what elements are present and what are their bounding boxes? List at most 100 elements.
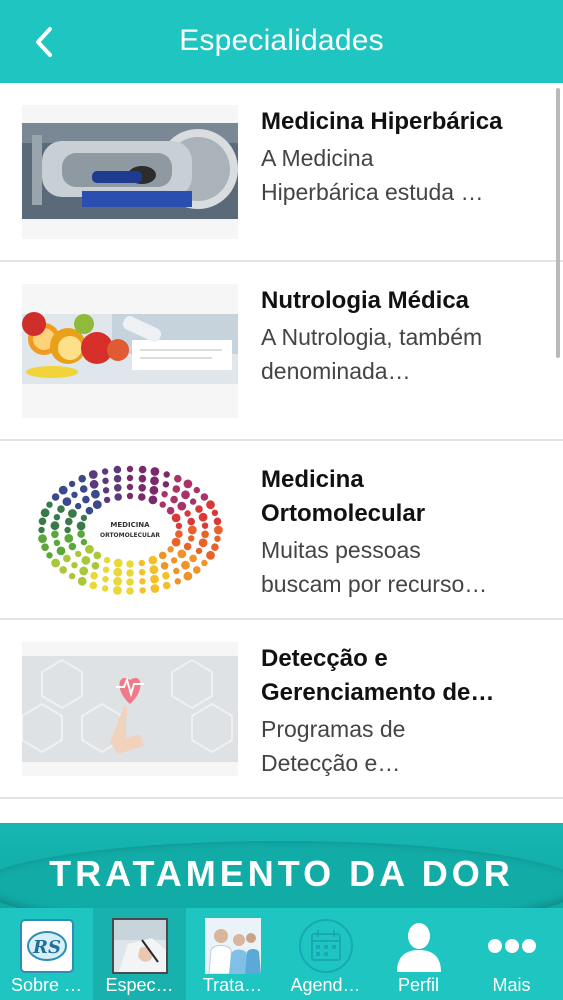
food-dot [211, 543, 219, 551]
food-dot [181, 490, 190, 500]
list-item[interactable]: Medicina Hiperbárica A Medicina Hiperbár… [0, 83, 563, 262]
doctor-writing-icon [111, 918, 169, 974]
food-dot [40, 508, 50, 518]
food-dot [46, 501, 53, 508]
item-description-line-1: A Nutrologia, também [261, 324, 483, 350]
scrollbar[interactable] [556, 88, 560, 358]
tab-tratamentos[interactable]: Trata… [186, 908, 279, 1000]
food-dot [78, 474, 86, 483]
promo-banner[interactable]: TRATAMENTO DA DOR [0, 823, 563, 908]
list-item[interactable]: Nutrologia Médica A Nutrologia, também d… [0, 262, 563, 441]
food-dot [56, 546, 66, 556]
food-dot [102, 487, 110, 494]
food-dot [148, 555, 158, 565]
tab-agendamento[interactable]: Agend… [279, 908, 372, 1000]
food-dot [161, 491, 168, 498]
food-dot [171, 537, 181, 547]
food-dot [188, 535, 195, 542]
food-dot [91, 562, 100, 570]
food-dot [41, 543, 49, 551]
food-dot [59, 566, 67, 574]
food-dot [68, 509, 77, 518]
specialties-list[interactable]: Medicina Hiperbárica A Medicina Hiperbár… [0, 83, 563, 823]
food-dot [160, 562, 169, 570]
food-dot [75, 502, 82, 510]
food-dot [126, 560, 134, 568]
food-dot [38, 534, 47, 544]
tab-especialidades[interactable]: Espec… [93, 908, 186, 1000]
food-dot [53, 539, 61, 546]
food-dot [64, 526, 71, 534]
food-dot [77, 530, 85, 538]
food-dot [138, 484, 146, 492]
food-dot [63, 554, 71, 563]
food-dot [171, 513, 181, 523]
list-item[interactable]: MEDICINA ORTOMOLECULAR Medicina Ortomole… [0, 441, 563, 620]
food-dot [71, 491, 78, 498]
food-dot [92, 500, 102, 509]
more-dots-icon [483, 918, 541, 974]
food-dot [183, 542, 192, 551]
food-dot [138, 474, 147, 483]
food-dot [80, 538, 88, 546]
item-title-line-1: Detecção e [261, 645, 388, 672]
food-dot [177, 501, 187, 511]
food-dot [187, 517, 195, 526]
food-dot [195, 505, 203, 513]
tab-perfil[interactable]: Perfil [372, 908, 465, 1000]
food-dot [175, 530, 183, 538]
food-dot [149, 565, 159, 575]
food-dot [126, 474, 134, 482]
item-title-line-2: Ortomolecular [261, 500, 426, 527]
bottom-tab-bar: RS Sobre … Espec… Trata… Agend… Perfil M… [0, 908, 563, 1000]
food-dot [91, 489, 100, 499]
food-dot [189, 554, 197, 563]
food-dot [77, 576, 87, 586]
food-dot [38, 526, 45, 534]
food-dot [139, 578, 146, 585]
food-dot [166, 506, 175, 515]
food-dot [126, 578, 134, 586]
food-dot [101, 585, 109, 592]
svg-text:RS: RS [32, 937, 61, 958]
food-dot [79, 566, 89, 576]
food-dot [206, 550, 215, 560]
tab-label: Agend… [290, 975, 361, 995]
list-item[interactable]: Detecção e Gerenciamento de… Programas d… [0, 620, 563, 799]
food-dot [113, 558, 123, 568]
page-title: Especialidades [179, 24, 384, 57]
food-dot [177, 549, 187, 559]
food-dot [65, 517, 73, 526]
food-dot [214, 525, 223, 535]
food-dot [163, 471, 170, 478]
food-dot [51, 493, 60, 501]
food-dot [93, 551, 102, 560]
food-dot [150, 574, 159, 584]
tab-label: Trata… [202, 975, 263, 995]
food-dot [211, 509, 219, 516]
food-dot [187, 525, 197, 535]
item-description-line-2: denominada… [261, 358, 411, 384]
food-dot [113, 465, 122, 474]
food-dot [200, 493, 209, 501]
food-dot [181, 560, 190, 570]
food-dot [126, 465, 134, 473]
food-dot [114, 484, 122, 492]
tab-label: Espec… [105, 975, 174, 995]
food-dot [201, 559, 208, 567]
item-title: Medicina Hiperbárica [261, 108, 503, 135]
item-description-line-1: Programas de [261, 716, 406, 742]
food-dot [79, 485, 88, 493]
food-dot [201, 522, 209, 529]
food-dot [173, 567, 180, 575]
heart-monitoring-image [22, 642, 238, 776]
food-dot [113, 586, 122, 595]
food-dot [51, 558, 60, 568]
tab-sobre[interactable]: RS Sobre … [0, 908, 93, 1000]
food-dot [126, 492, 134, 500]
wheel-label-line-1: MEDICINA [110, 521, 150, 529]
food-dot [103, 496, 111, 504]
food-dot [162, 481, 170, 488]
tab-mais[interactable]: Mais [465, 908, 558, 1000]
food-dot [213, 517, 222, 526]
